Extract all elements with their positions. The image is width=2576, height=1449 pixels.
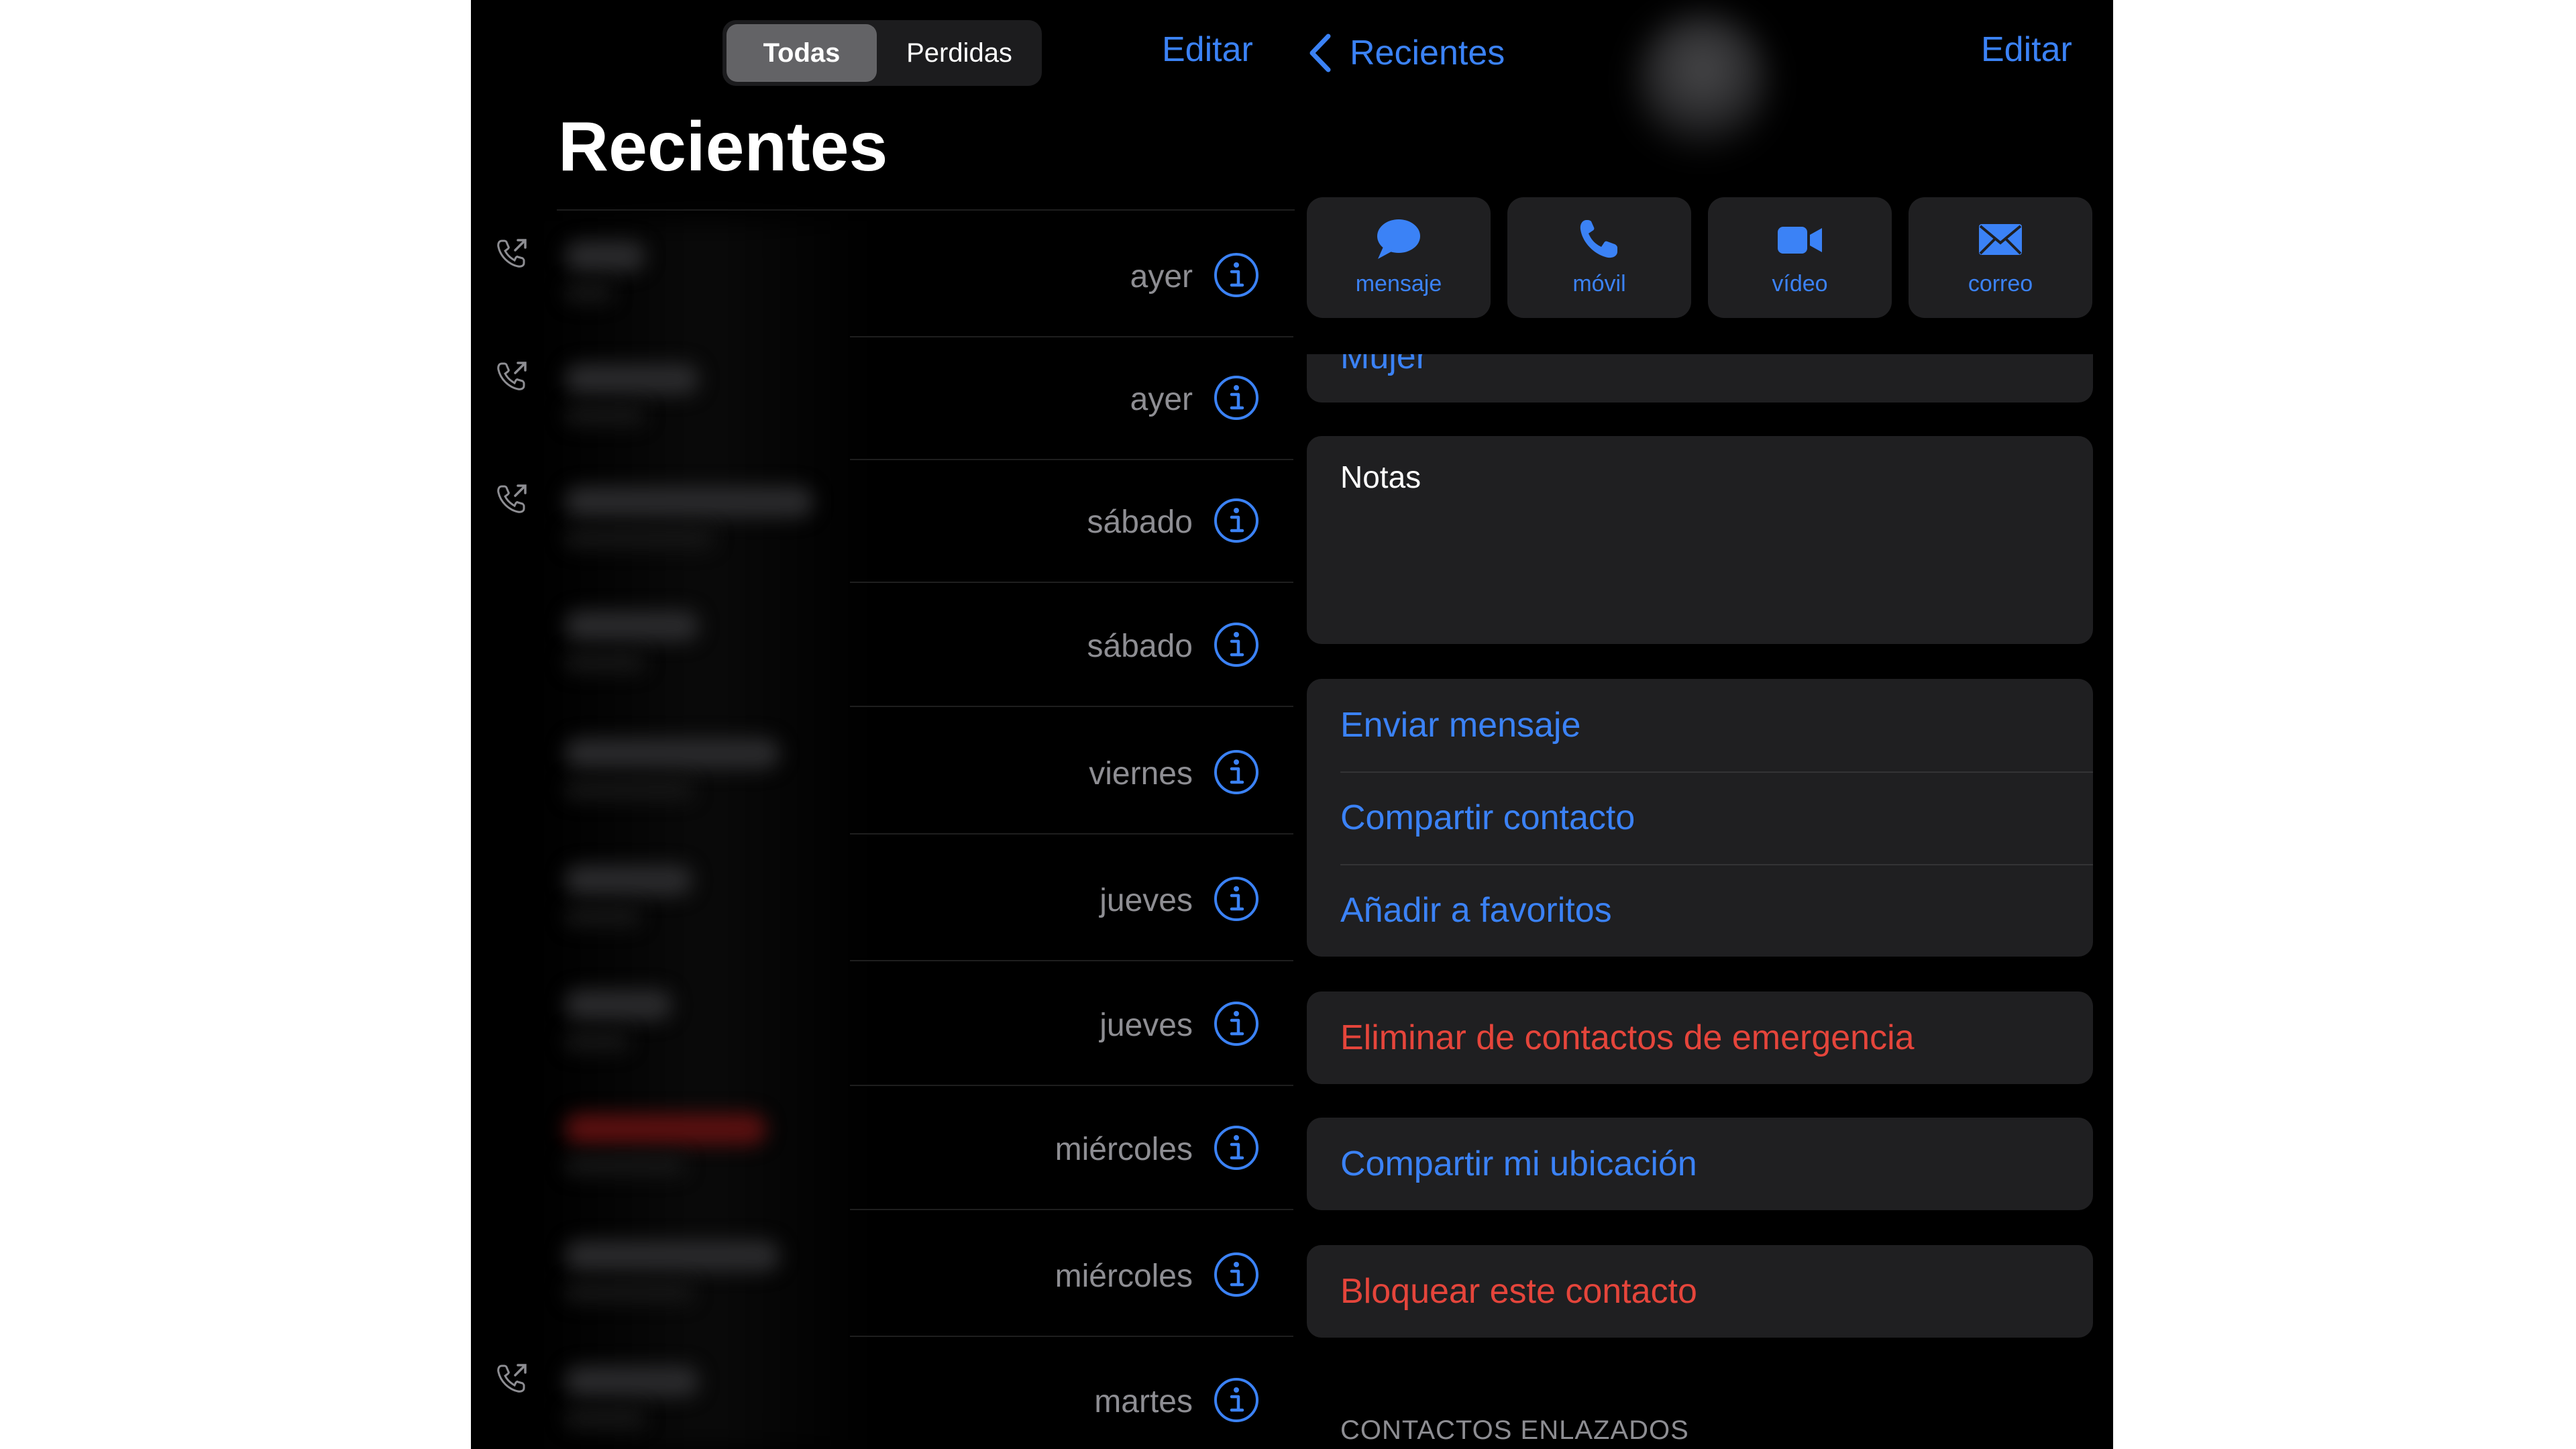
row-divider	[850, 833, 1293, 835]
call-date: sábado	[1087, 629, 1193, 664]
caller-type-blurred	[565, 780, 694, 800]
caller-type-blurred	[565, 1407, 645, 1428]
share-location-item[interactable]: Compartir mi ubicación	[1340, 1118, 2093, 1210]
action-video-label: vídeo	[1772, 271, 1828, 297]
row-divider	[850, 706, 1293, 707]
outgoing-call-icon	[495, 1362, 529, 1395]
caller-name-blurred	[565, 1114, 766, 1144]
caller-name-blurred	[565, 486, 813, 517]
linked-contacts-header: CONTACTOS ENLAZADOS	[1340, 1415, 1689, 1445]
title-divider	[557, 209, 1295, 211]
caller-type-blurred	[565, 1031, 629, 1051]
call-date: miércoles	[1055, 1258, 1193, 1294]
caller-type-blurred	[565, 1155, 686, 1175]
gender-field-card: Mujer	[1307, 354, 2093, 402]
info-icon[interactable]	[1213, 374, 1260, 421]
caller-name-blurred	[565, 610, 699, 641]
call-date: martes	[1094, 1384, 1193, 1419]
remove-emergency-contact-item[interactable]: Eliminar de contactos de emergencia	[1340, 991, 2093, 1084]
call-date: ayer	[1130, 259, 1193, 294]
caller-name-blurred	[565, 865, 692, 896]
mail-envelope-icon	[1979, 224, 2022, 255]
back-button[interactable]: Recientes	[1307, 30, 1505, 76]
call-row[interactable]: sábado	[471, 457, 1293, 583]
video-camera-icon	[1778, 227, 1822, 254]
caller-type-blurred	[565, 282, 613, 303]
contact-edit-button[interactable]: Editar	[1981, 30, 2072, 70]
back-button-label: Recientes	[1350, 34, 1505, 72]
segment-missed[interactable]: Perdidas	[881, 24, 1038, 82]
caller-name-blurred	[565, 989, 672, 1020]
call-row[interactable]: ayer	[471, 211, 1293, 337]
call-date: jueves	[1099, 883, 1193, 918]
segment-all[interactable]: Todas	[727, 24, 877, 82]
share-location-card: Compartir mi ubicación	[1307, 1118, 2093, 1210]
phone-app-screen: Todas Perdidas Editar Recientes ayer ayer…	[471, 0, 2113, 1449]
share-contact-item[interactable]: Compartir contacto	[1340, 771, 2093, 864]
info-icon[interactable]	[1213, 621, 1260, 668]
action-message-label: mensaje	[1355, 271, 1442, 297]
call-row[interactable]: jueves	[471, 960, 1293, 1086]
filter-segmented-control: Todas Perdidas	[722, 20, 1042, 86]
call-row[interactable]: jueves	[471, 835, 1293, 961]
info-icon[interactable]	[1213, 252, 1260, 299]
call-date: sábado	[1087, 504, 1193, 540]
call-row[interactable]: viernes	[471, 708, 1293, 835]
caller-type-blurred	[565, 652, 645, 672]
gender-field-value: Mujer	[1340, 354, 1428, 376]
send-message-item[interactable]: Enviar mensaje	[1340, 679, 2093, 771]
call-row[interactable]: miércoles	[471, 1084, 1293, 1210]
info-icon[interactable]	[1213, 749, 1260, 796]
call-date: viernes	[1089, 756, 1193, 792]
info-icon[interactable]	[1213, 1251, 1260, 1298]
caller-type-blurred	[565, 906, 641, 926]
caller-name-blurred	[565, 738, 780, 769]
recents-title: Recientes	[558, 108, 888, 186]
contact-detail-pane: Recientes Editar mensaje móvil vídeo cor…	[1293, 0, 2113, 1449]
notes-card[interactable]: Notas	[1307, 436, 2093, 644]
outgoing-call-icon	[495, 482, 529, 516]
call-row[interactable]: sábado	[471, 581, 1293, 707]
info-icon[interactable]	[1213, 1124, 1260, 1171]
caller-name-blurred	[565, 1366, 699, 1397]
contact-avatar	[1635, 13, 1770, 154]
caller-name-blurred	[565, 1240, 780, 1271]
block-contact-item[interactable]: Bloquear este contacto	[1340, 1245, 2093, 1338]
recents-edit-button[interactable]: Editar	[1162, 30, 1253, 70]
call-date: miércoles	[1055, 1132, 1193, 1167]
message-bubble-icon	[1377, 219, 1420, 259]
call-date: jueves	[1099, 1008, 1193, 1043]
caller-type-blurred	[565, 528, 714, 548]
action-mail-button[interactable]: correo	[1909, 197, 2092, 318]
action-mobile-label: móvil	[1572, 271, 1626, 297]
action-mobile-button[interactable]: móvil	[1507, 197, 1691, 318]
call-date: ayer	[1130, 382, 1193, 417]
action-mail-label: correo	[1968, 271, 2033, 297]
action-message-button[interactable]: mensaje	[1307, 197, 1491, 318]
caller-type-blurred	[565, 405, 645, 425]
recents-pane: Todas Perdidas Editar Recientes ayer ayer…	[471, 0, 1295, 1449]
caller-type-blurred	[565, 1282, 694, 1302]
info-icon[interactable]	[1213, 497, 1260, 544]
action-video-button[interactable]: vídeo	[1708, 197, 1892, 318]
outgoing-call-icon	[495, 360, 529, 393]
row-divider	[850, 1209, 1293, 1210]
emergency-card: Eliminar de contactos de emergencia	[1307, 991, 2093, 1084]
add-favorites-item[interactable]: Añadir a favoritos	[1340, 864, 2093, 957]
phone-icon	[1580, 220, 1617, 258]
info-icon[interactable]	[1213, 875, 1260, 922]
caller-name-blurred	[565, 364, 699, 394]
call-row[interactable]: miércoles	[471, 1211, 1293, 1337]
notes-label: Notas	[1340, 460, 1421, 494]
info-icon[interactable]	[1213, 1000, 1260, 1047]
call-row[interactable]: ayer	[471, 334, 1293, 460]
outgoing-call-icon	[495, 237, 529, 270]
contact-actions-list: Enviar mensaje Compartir contacto Añadir…	[1307, 679, 2093, 957]
caller-name-blurred	[565, 241, 645, 272]
call-row[interactable]: martes	[471, 1336, 1293, 1449]
block-card: Bloquear este contacto	[1307, 1245, 2093, 1338]
info-icon[interactable]	[1213, 1377, 1260, 1424]
chevron-left-icon	[1309, 34, 1331, 72]
